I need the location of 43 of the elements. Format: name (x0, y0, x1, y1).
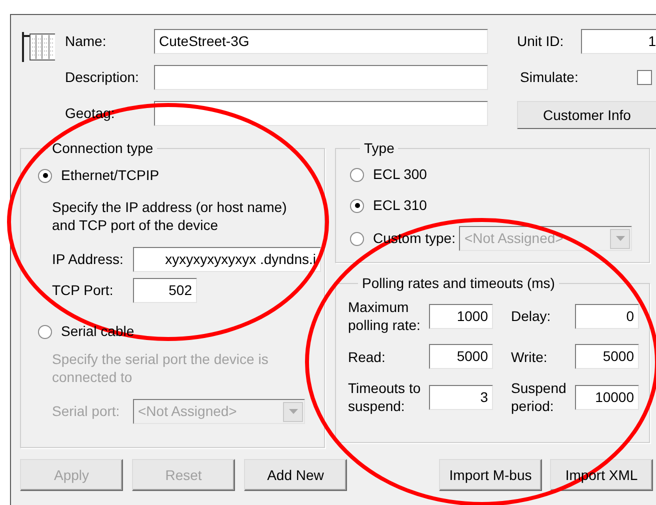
field-label: Suspend period: (511, 379, 568, 415)
radio-label: Ethernet/TCPIP (61, 166, 160, 185)
device-icon (22, 30, 55, 62)
input-field[interactable]: 1000 (429, 304, 493, 328)
field-label: IP Address: (52, 250, 124, 269)
input-field[interactable]: xyxyxyxyxyxyx .dyndns.i (133, 247, 321, 272)
button[interactable]: Add New (244, 459, 347, 491)
field-label: Description: (65, 68, 140, 87)
field-label: Maximum polling rate: (348, 298, 422, 334)
customer-info-button[interactable]: Customer Info (517, 101, 656, 129)
checkbox[interactable] (637, 70, 652, 85)
field-label: TCP Port: (52, 281, 114, 300)
group-title: Type (363, 139, 396, 158)
input-field[interactable]: 10000 (575, 384, 639, 410)
field-label: Serial port: (52, 402, 121, 421)
field-label: Delay: (511, 307, 552, 325)
radio-button[interactable] (38, 168, 52, 182)
caret-icon (283, 402, 303, 422)
input-field[interactable]: 5000 (575, 344, 639, 369)
caret-icon (610, 228, 630, 248)
input-field[interactable]: 5000 (429, 344, 493, 369)
radio-label: ECL 300 (373, 165, 427, 184)
field-label: Unit ID: (517, 32, 565, 51)
field-label: Simulate: (520, 68, 580, 87)
group-title: Polling rates and timeouts (ms) (361, 274, 556, 293)
field-label: Write: (511, 348, 548, 366)
input-field[interactable]: 1 (581, 29, 656, 54)
radio-button[interactable] (350, 198, 364, 212)
input-field[interactable]: CuteStreet-3G (154, 29, 488, 54)
hint-text: Specify the IP address (or host name) and TCP port of the device (52, 198, 288, 234)
input-field[interactable] (154, 65, 488, 90)
input-field[interactable]: 0 (575, 304, 639, 328)
group-title: Connection type (51, 139, 154, 158)
input-field[interactable]: 502 (133, 278, 197, 303)
hint-text: Specify the serial port the device is connected to (52, 350, 270, 386)
field-label: Timeouts to suspend: (348, 379, 422, 415)
radio-label: ECL 310 (373, 196, 427, 215)
radio-button[interactable] (350, 168, 364, 182)
field-label: Read: (348, 348, 386, 366)
button[interactable]: Import M-bus (439, 459, 542, 491)
field-label: Name: (65, 32, 108, 51)
input-field[interactable] (154, 101, 488, 126)
input-field[interactable]: 3 (429, 384, 493, 410)
